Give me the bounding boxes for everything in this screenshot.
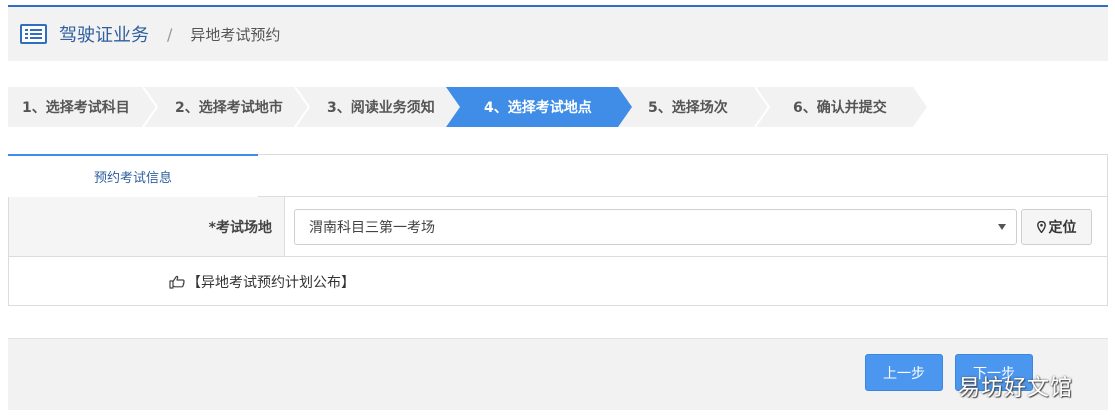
step-separator-icon bbox=[294, 87, 311, 127]
step-separator-icon bbox=[754, 87, 771, 127]
venue-label: *考试场地 bbox=[9, 197, 285, 256]
dropdown-caret-icon bbox=[998, 223, 1006, 230]
breadcrumb-current: 异地考试预约 bbox=[190, 25, 281, 44]
step-4-active: 4、选择考试地点 bbox=[460, 87, 632, 127]
step-label: 1、选择考试科目 bbox=[22, 100, 130, 116]
plan-announcement-link[interactable]: 【异地考试预约计划公布】 bbox=[169, 272, 355, 292]
step-separator-icon bbox=[446, 87, 460, 127]
venue-selected-value: 渭南科目三第一考场 bbox=[309, 219, 435, 236]
step-1: 1、选择考试科目 bbox=[8, 87, 159, 127]
reservation-info-panel: 预约考试信息 *考试场地 渭南科目三第一考场 定位 【异地考试预约计划公布】 bbox=[8, 154, 1108, 306]
active-step-arrow-icon bbox=[618, 87, 632, 127]
venue-select[interactable]: 渭南科目三第一考场 bbox=[294, 208, 1017, 245]
map-marker-icon bbox=[1036, 220, 1046, 233]
watermark: 易坊好文馆 bbox=[958, 376, 1074, 401]
panel-tab-row: 预约考试信息 bbox=[8, 154, 1107, 197]
breadcrumb-main[interactable]: 驾驶证业务 bbox=[59, 21, 149, 47]
locate-label: 定位 bbox=[1048, 219, 1077, 236]
locate-button[interactable]: 定位 bbox=[1021, 208, 1092, 245]
step-label: 2、选择考试地市 bbox=[175, 100, 283, 116]
step-3: 3、阅读业务须知 bbox=[303, 87, 460, 127]
plan-announcement-text: 【异地考试预约计划公布】 bbox=[187, 274, 355, 291]
step-5: 5、选择场次 bbox=[618, 87, 771, 127]
step-label: 3、阅读业务须知 bbox=[327, 100, 435, 116]
step-label: 4、选择考试地点 bbox=[484, 100, 592, 116]
steps-end-arrow-icon bbox=[913, 87, 927, 127]
venue-row: *考试场地 渭南科目三第一考场 定位 bbox=[9, 197, 1107, 257]
step-progress-bar: 1、选择考试科目 2、选择考试地市 3、阅读业务须知 4、选择考试地点 5、选择… bbox=[8, 87, 1108, 127]
step-2: 2、选择考试地市 bbox=[151, 87, 311, 127]
tab-reservation-info[interactable]: 预约考试信息 bbox=[8, 154, 258, 197]
hand-pointer-icon bbox=[169, 275, 185, 289]
venue-field: 渭南科目三第一考场 定位 bbox=[285, 197, 1107, 256]
steps-tail bbox=[913, 87, 1108, 127]
list-menu-icon bbox=[20, 24, 47, 44]
breadcrumb-separator: / bbox=[167, 24, 173, 44]
breadcrumb-header: 驾驶证业务 / 异地考试预约 bbox=[8, 5, 1108, 61]
step-label: 5、选择场次 bbox=[648, 100, 728, 116]
step-label: 6、确认并提交 bbox=[793, 100, 887, 116]
footer-action-bar: 上一步 下一步 bbox=[8, 338, 1108, 410]
step-6: 6、确认并提交 bbox=[763, 87, 913, 127]
prev-step-button[interactable]: 上一步 bbox=[865, 354, 943, 391]
step-separator-icon bbox=[142, 87, 159, 127]
notice-row: 【异地考试预约计划公布】 bbox=[9, 257, 1107, 306]
